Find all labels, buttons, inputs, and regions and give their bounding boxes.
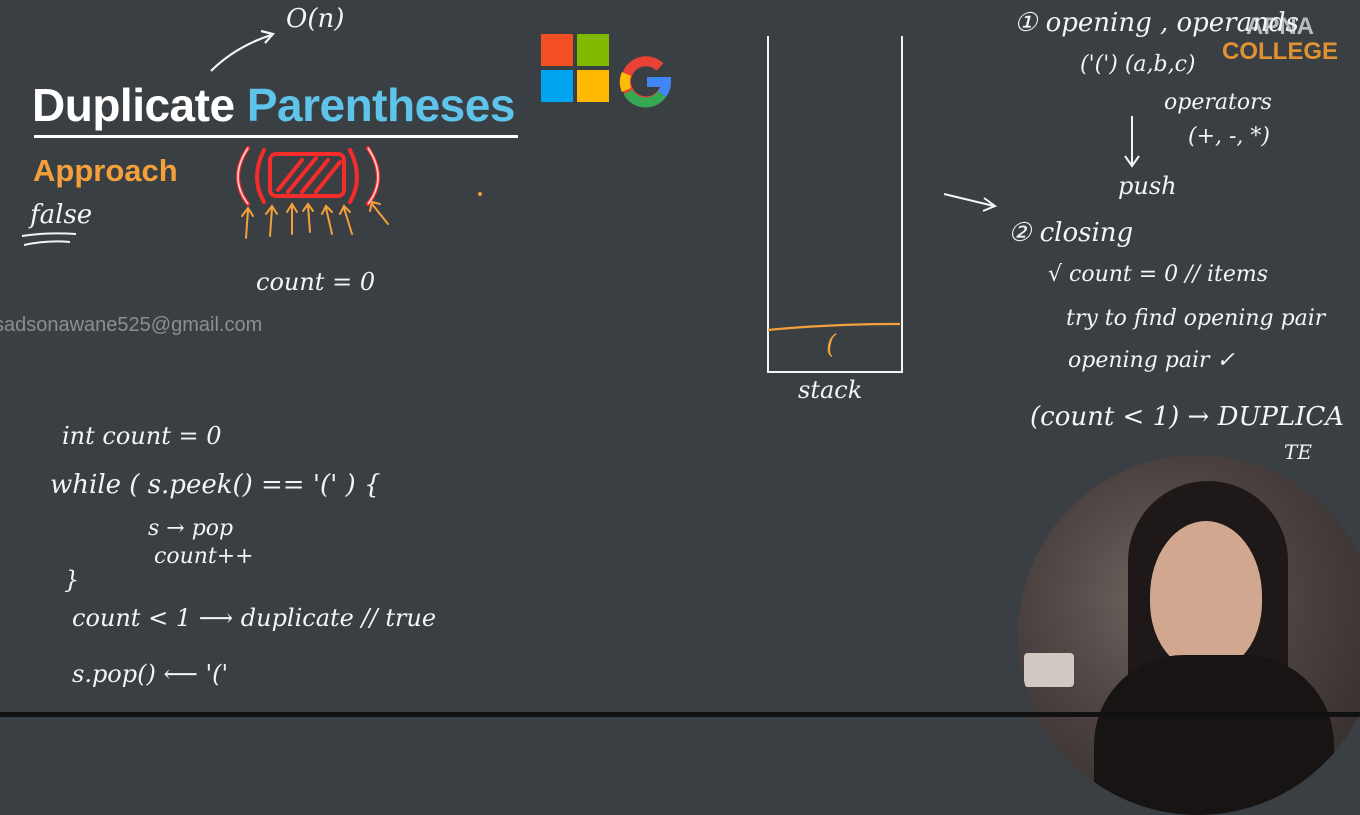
slide-title: Duplicate Parentheses bbox=[32, 78, 515, 132]
false-underline bbox=[21, 232, 77, 246]
step1-line1: ① opening , operands bbox=[1014, 8, 1299, 38]
step1-line3: operators bbox=[1164, 90, 1272, 115]
chalk-dot bbox=[478, 192, 482, 196]
count-init-label: count = 0 bbox=[256, 268, 376, 296]
step2-line3: try to find opening pair bbox=[1066, 306, 1326, 331]
title-word-duplicate: Duplicate bbox=[32, 79, 235, 131]
step2-line6: TE bbox=[1284, 440, 1312, 464]
email-watermark: sadsonawane525@gmail.com bbox=[0, 314, 263, 336]
code-line-5: } bbox=[64, 566, 80, 594]
presenter-face bbox=[1150, 521, 1262, 671]
google-logo-icon bbox=[619, 56, 672, 108]
complexity-label: O(n) bbox=[286, 4, 345, 34]
microsoft-logo-icon bbox=[541, 34, 609, 102]
stack-label: stack bbox=[798, 376, 863, 404]
stack-diagram-icon bbox=[767, 36, 903, 373]
code-line-7: s.pop() ⟵ '(' bbox=[72, 660, 229, 688]
step2-line2: √ count = 0 // items bbox=[1048, 262, 1269, 287]
false-note: false bbox=[30, 200, 93, 230]
step2-line5: (count < 1) → DUPLICA bbox=[1030, 402, 1345, 432]
code-line-3: s → pop bbox=[148, 516, 234, 541]
step1-line4: (+, -, *) bbox=[1188, 124, 1271, 149]
code-line-4: count++ bbox=[154, 544, 254, 569]
step-arrow-icon bbox=[943, 193, 998, 212]
push-arrow-icon bbox=[1124, 116, 1140, 168]
footer-bar bbox=[0, 712, 1360, 717]
brand-line-2: COLLEGE bbox=[1222, 38, 1339, 65]
step2-line4: opening pair ✓ bbox=[1068, 348, 1235, 373]
section-subtitle: Approach bbox=[33, 153, 178, 188]
code-line-6: count < 1 ⟶ duplicate // true bbox=[72, 604, 437, 632]
stack-item: ( bbox=[826, 330, 837, 360]
complexity-arrow-icon bbox=[210, 29, 276, 72]
step2-line1: ② closing bbox=[1008, 218, 1134, 248]
step1-line2: ('(') (a,b,c) bbox=[1080, 52, 1196, 77]
presenter-webcam bbox=[1018, 455, 1360, 815]
title-word-parentheses: Parentheses bbox=[246, 79, 516, 131]
step1-push: push bbox=[1118, 172, 1177, 200]
code-line-1: int count = 0 bbox=[62, 422, 222, 450]
lamp-icon bbox=[1024, 653, 1074, 687]
presenter-shirt bbox=[1094, 655, 1334, 815]
code-line-2: while ( s.peek() == '(' ) { bbox=[50, 470, 381, 500]
highlighted-expression-icon bbox=[236, 146, 389, 239]
